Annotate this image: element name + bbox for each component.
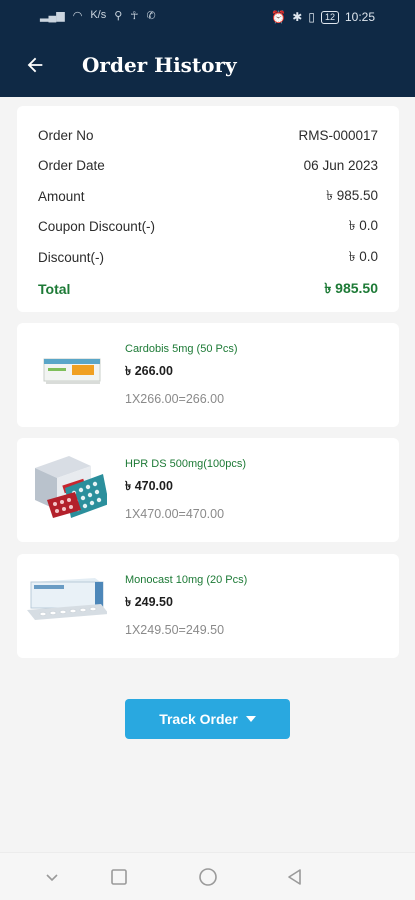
amount-label: Amount <box>38 188 85 204</box>
coupon-discount-label: Coupon Discount(-) <box>38 219 156 235</box>
order-date-label: Order Date <box>38 158 105 174</box>
vibrate-icon: ▯ <box>308 10 315 24</box>
signal-icon: ▂▄▆ <box>40 10 65 22</box>
person-icon: ☥ <box>130 10 139 22</box>
medicine-box-icon <box>43 358 101 384</box>
arrow-left-icon <box>27 57 43 73</box>
coupon-discount-value: ৳ 0.0 <box>348 218 378 234</box>
medicine-box-icon <box>35 456 109 518</box>
status-right-icons: ⏰ ✱ ▯ 12 10:25 <box>271 10 375 24</box>
item-price: ৳ 266.00 <box>125 364 173 378</box>
product-image <box>17 554 109 658</box>
order-no-row: Order No RMS-000017 <box>38 120 378 151</box>
discount-label: Discount(-) <box>38 249 105 265</box>
product-image <box>17 438 109 542</box>
item-calculation: 1X470.00=470.00 <box>125 507 225 521</box>
system-nav-bar <box>0 852 415 900</box>
nav-recents-button[interactable] <box>107 865 131 889</box>
status-left-icons: ▂▄▆ ◠ K/s ⚲ ☥ ✆ <box>40 9 156 22</box>
order-no-label: Order No <box>38 127 94 143</box>
total-label: Total <box>38 281 71 297</box>
usb-icon: ⚲ <box>114 10 123 22</box>
caret-down-icon <box>245 716 256 722</box>
item-name: Monocast 10mg (20 Pcs) <box>125 574 248 586</box>
phone-icon: ✆ <box>146 10 156 22</box>
item-info: HPR DS 500mg(100pcs) ৳ 470.00 1X470.00=4… <box>107 438 246 542</box>
bluetooth-icon: ✱ <box>292 10 303 24</box>
square-icon <box>111 869 127 885</box>
medicine-box-icon <box>27 578 109 620</box>
triangle-back-icon <box>288 869 301 885</box>
order-summary-card: Order No RMS-000017 Order Date 06 Jun 20… <box>17 106 399 312</box>
product-image <box>17 323 107 427</box>
page-title: Order History <box>82 53 237 77</box>
order-no-value: RMS-000017 <box>298 127 378 143</box>
app-header: ▂▄▆ ◠ K/s ⚲ ☥ ✆ ⏰ ✱ ▯ 12 10:25 Order His… <box>0 0 415 97</box>
item-info: Monocast 10mg (20 Pcs) ৳ 249.50 1X249.50… <box>107 554 247 658</box>
amount-row: Amount ৳ 985.50 <box>38 181 378 212</box>
item-price: ৳ 249.50 <box>125 595 173 609</box>
chevron-down-icon <box>46 874 58 882</box>
order-item-card[interactable]: Cardobis 5mg (50 Pcs) ৳ 266.00 1X266.00=… <box>17 323 399 427</box>
battery-icon: 12 <box>320 10 339 24</box>
total-row: Total ৳ 985.50 <box>38 273 378 306</box>
item-calculation: 1X266.00=266.00 <box>125 392 225 406</box>
order-date-value: 06 Jun 2023 <box>303 158 378 174</box>
item-calculation: 1X249.50=249.50 <box>125 623 225 637</box>
total-value: ৳ 985.50 <box>324 280 378 296</box>
nav-collapse-button[interactable] <box>40 865 64 889</box>
status-bar: ▂▄▆ ◠ K/s ⚲ ☥ ✆ ⏰ ✱ ▯ 12 10:25 <box>0 0 415 34</box>
app-bar: Order History <box>0 40 415 90</box>
wifi-icon: ◠ <box>72 10 83 22</box>
back-button[interactable] <box>15 45 55 85</box>
item-price: ৳ 470.00 <box>125 479 173 493</box>
discount-row: Discount(-) ৳ 0.0 <box>38 242 378 273</box>
nav-home-button[interactable] <box>196 865 220 889</box>
alarm-icon: ⏰ <box>271 10 287 24</box>
discount-value: ৳ 0.0 <box>348 248 378 264</box>
track-order-button[interactable]: Track Order <box>125 699 290 739</box>
item-name: HPR DS 500mg(100pcs) <box>125 458 247 470</box>
order-item-card[interactable]: Monocast 10mg (20 Pcs) ৳ 249.50 1X249.50… <box>17 554 399 658</box>
amount-value: ৳ 985.50 <box>326 187 378 203</box>
item-info: Cardobis 5mg (50 Pcs) ৳ 266.00 1X266.00=… <box>107 323 238 427</box>
speed-indicator: K/s <box>90 9 107 21</box>
order-item-card[interactable]: HPR DS 500mg(100pcs) ৳ 470.00 1X470.00=4… <box>17 438 399 542</box>
track-order-label: Track Order <box>159 711 238 727</box>
item-name: Cardobis 5mg (50 Pcs) <box>125 343 238 355</box>
circle-icon <box>199 868 217 886</box>
order-date-row: Order Date 06 Jun 2023 <box>38 151 378 182</box>
status-time: 10:25 <box>344 10 375 24</box>
nav-back-button[interactable] <box>283 865 307 889</box>
coupon-discount-row: Coupon Discount(-) ৳ 0.0 <box>38 212 378 243</box>
